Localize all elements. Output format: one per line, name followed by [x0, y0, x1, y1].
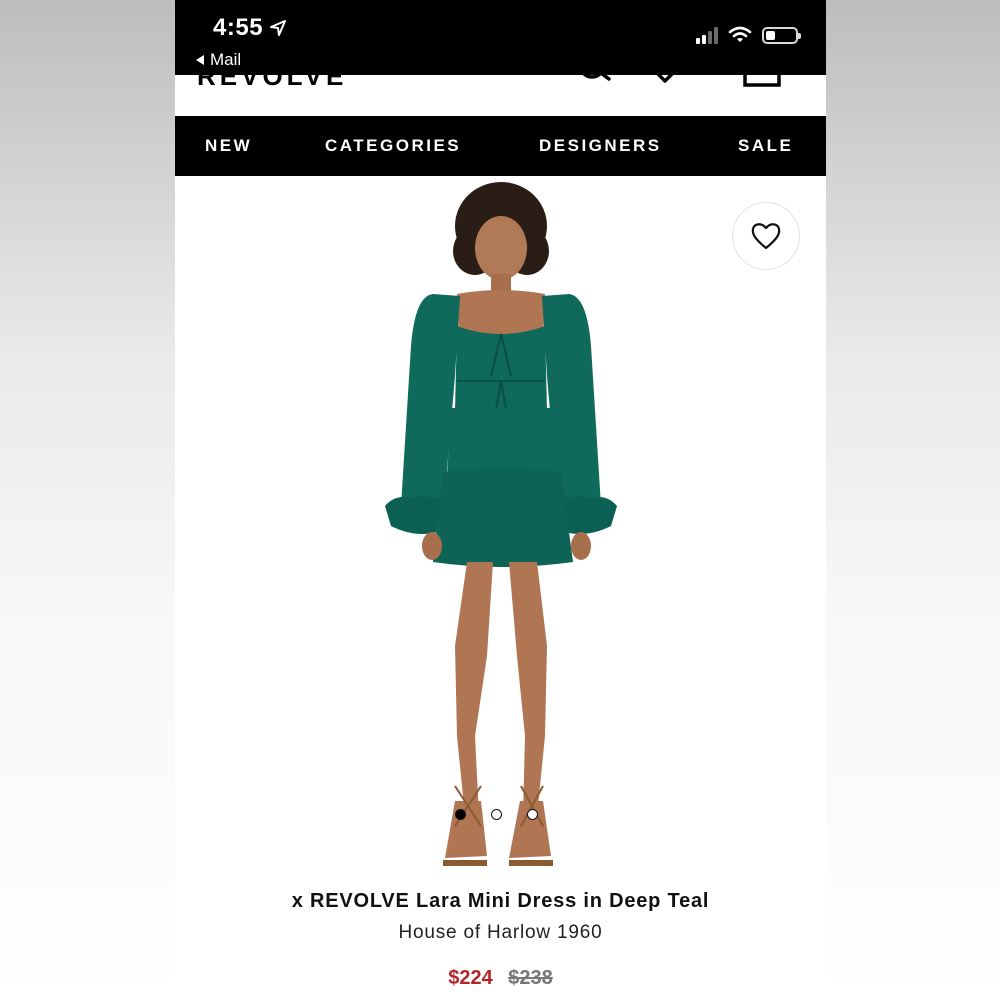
wifi-icon — [728, 26, 752, 42]
carousel-dot-1[interactable] — [455, 809, 466, 820]
product-image[interactable] — [175, 176, 826, 876]
heart-icon — [751, 223, 781, 250]
nav-item-sale[interactable]: SALE — [738, 136, 793, 156]
model-photo — [385, 182, 617, 866]
phone-screen: 4:55 Mail REVOLVE NEW CATEGORIES DESIGNE… — [175, 0, 826, 1000]
nav-item-designers[interactable]: DESIGNERS — [539, 136, 662, 156]
nav-item-categories[interactable]: CATEGORIES — [325, 136, 461, 156]
chevron-down-icon[interactable] — [647, 75, 683, 89]
product-title: x REVOLVE Lara Mini Dress in Deep Teal — [291, 890, 710, 912]
battery-icon — [762, 26, 801, 44]
product-price: $224 $238 — [175, 967, 826, 990]
wishlist-button[interactable] — [732, 202, 800, 270]
bag-icon[interactable] — [740, 75, 784, 89]
product-brand[interactable]: House of Harlow 1960 — [175, 922, 826, 944]
carousel-dot-2[interactable] — [491, 809, 502, 820]
site-header: REVOLVE — [175, 75, 826, 116]
back-label: Mail — [210, 50, 242, 69]
original-price: $238 — [508, 967, 553, 989]
signal-icon — [696, 26, 718, 44]
nav-item-new[interactable]: NEW — [205, 136, 252, 156]
image-carousel-dots — [455, 809, 538, 820]
back-to-mail[interactable]: Mail — [195, 50, 241, 70]
status-time: 4:55 — [213, 14, 287, 42]
status-indicators — [696, 26, 801, 44]
sale-price: $224 — [448, 967, 493, 989]
carousel-dot-3[interactable] — [527, 809, 538, 820]
main-nav: NEW CATEGORIES DESIGNERS SALE — [175, 116, 826, 176]
time-text: 4:55 — [213, 14, 264, 41]
status-bar: 4:55 Mail — [175, 0, 826, 75]
back-arrow-icon — [196, 55, 204, 65]
search-icon[interactable] — [575, 75, 615, 89]
location-arrow-icon — [270, 20, 287, 36]
site-logo[interactable]: REVOLVE — [197, 75, 347, 92]
